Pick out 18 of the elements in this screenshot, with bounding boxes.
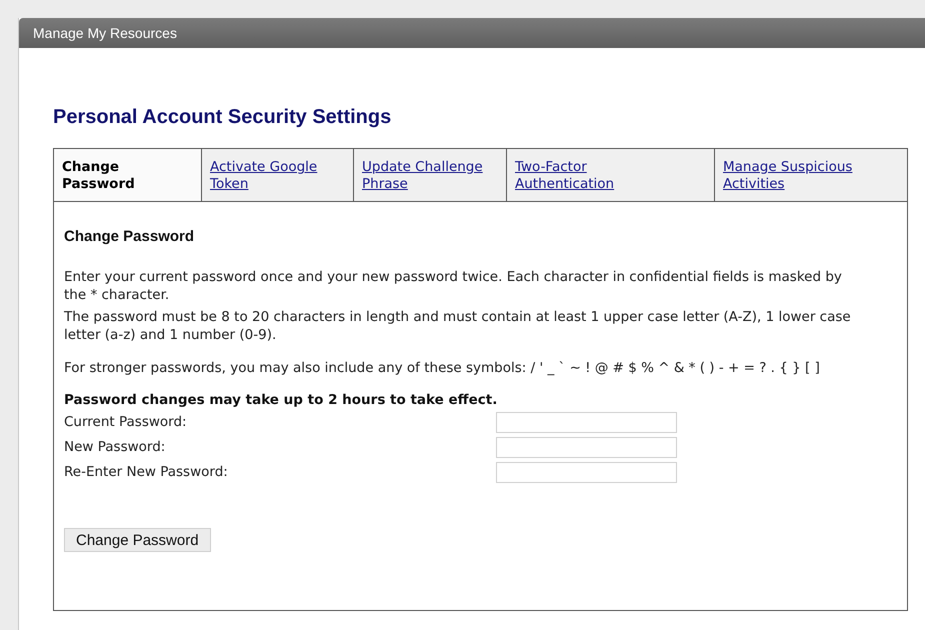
change-password-button[interactable]: Change Password [64,528,211,552]
tab-link[interactable]: Update Challenge Phrase [362,159,498,193]
field-label: Re-Enter New Password: [64,463,229,481]
password-field[interactable] [496,436,677,458]
field-label: Current Password: [64,413,188,431]
tab-link[interactable]: Two-Factor Authentication [515,159,655,193]
notice-text: Password changes may take up to 2 hours to take effect. [64,391,498,409]
symbols-text: For stronger passwords, you may also include any of these symbols: / ' _ ` ~ ! @ # $ % ^ & * ( ) - + = ? . { } [ ] [64,359,821,377]
instruction-text: Enter your current password once and your new password twice. Each character in confidential fields is masked by the * character. [64,268,843,304]
page-title: Personal Account Security Settings [53,105,392,130]
panel-title: Manage My Resources [33,25,177,41]
tab-link[interactable]: Manage Suspicious Activities [723,159,863,193]
section-title: Change Password [64,227,194,245]
password-field[interactable] [496,412,677,432]
tab-link[interactable]: Activate Google Token [210,159,345,193]
password-field[interactable] [496,462,677,482]
field-label: New Password: [64,438,166,456]
password-rules-text: The password must be 8 to 20 characters in length and must contain at least 1 upper case letter (A-Z), 1 lower case letter (a-z) and 1 number (0-9). [64,308,852,344]
